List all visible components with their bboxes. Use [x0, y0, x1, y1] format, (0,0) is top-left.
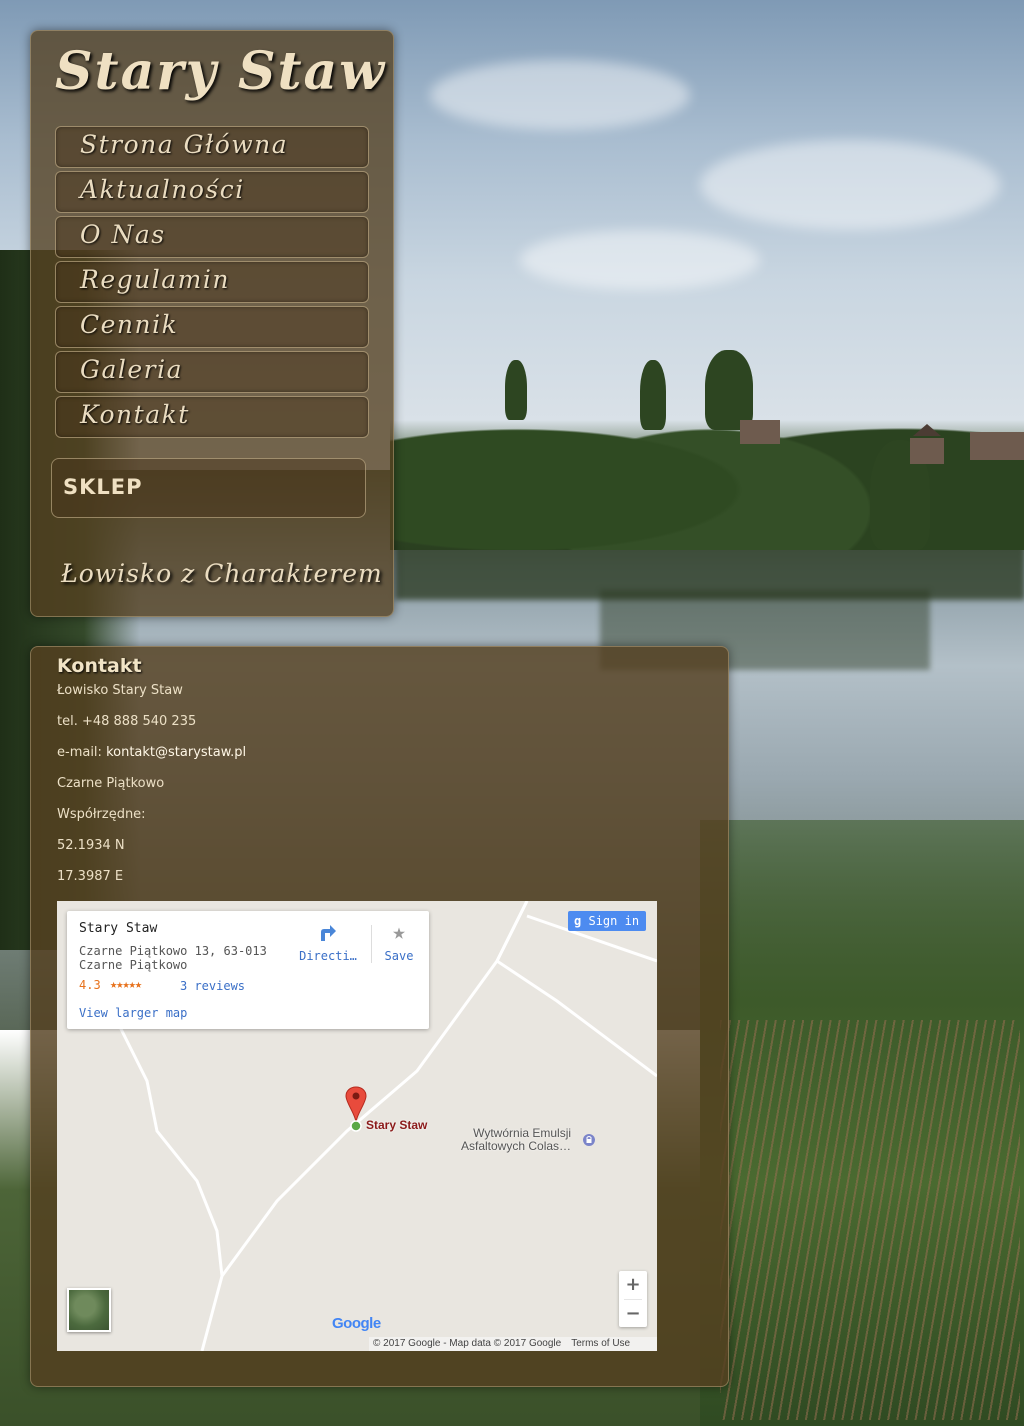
- nav-label: Aktualności: [80, 175, 245, 204]
- cloud: [700, 140, 1000, 230]
- place-name: Stary Staw: [79, 921, 158, 936]
- nav-item-regulamin[interactable]: Regulamin: [55, 261, 369, 303]
- email-prefix: e-mail:: [57, 745, 107, 760]
- attribution-text: © 2017 Google - Map data © 2017 Google: [373, 1338, 562, 1349]
- contact-name: Łowisko Stary Staw: [57, 683, 183, 698]
- google-logo: Google: [332, 1315, 381, 1332]
- tree: [705, 350, 753, 430]
- cloud: [520, 230, 760, 290]
- tree: [505, 360, 527, 420]
- site-title[interactable]: Stary Staw: [55, 41, 384, 102]
- menu-panel: Stary Staw Strona Główna Aktualności O N…: [30, 30, 394, 617]
- poi-icon[interactable]: [582, 1133, 596, 1147]
- nav-label: O Nas: [80, 220, 166, 249]
- house: [740, 420, 780, 444]
- nav-label: Kontakt: [80, 400, 190, 429]
- directions-label: Directi…: [299, 949, 357, 963]
- nav-label: Regulamin: [80, 265, 230, 294]
- save-label: Save: [384, 949, 414, 963]
- directions-button[interactable]: Directi…: [297, 921, 359, 971]
- rating-stars-icon: ★★★★★: [110, 977, 142, 991]
- place-info-card: Stary Staw Czarne Piątkowo 13, 63-013 Cz…: [67, 911, 429, 1029]
- email-link[interactable]: kontakt@starystaw.pl: [106, 745, 246, 760]
- contact-heading: Kontakt: [57, 655, 142, 677]
- coordinates-label: Współrzędne:: [57, 807, 146, 822]
- nav-label: Cennik: [80, 310, 179, 339]
- contact-locality: Czarne Piątkowo: [57, 776, 165, 791]
- place-address: Czarne Piątkowo 13, 63-013 Czarne Piątko…: [79, 944, 267, 972]
- google-map[interactable]: Stary Staw Czarne Piątkowo 13, 63-013 Cz…: [57, 901, 657, 1351]
- map-pin-icon[interactable]: [344, 1085, 368, 1133]
- poi-label-line2: Asfaltowych Colas…: [461, 1139, 572, 1153]
- divider: [371, 925, 372, 963]
- contact-panel: Kontakt Łowisko Stary Staw tel. +48 888 …: [30, 646, 729, 1387]
- reeds: [720, 1020, 1020, 1420]
- house: [910, 438, 944, 464]
- star-icon: ★: [392, 920, 406, 945]
- tagline: Łowisko z Charakterem: [61, 559, 383, 588]
- map-attribution: © 2017 Google - Map data © 2017 Google Te…: [369, 1337, 657, 1351]
- latitude: 52.1934 N: [57, 838, 125, 853]
- zoom-controls: + −: [619, 1271, 647, 1327]
- house: [970, 432, 1024, 460]
- rating-value: 4.3: [79, 978, 101, 992]
- nav-item-o-nas[interactable]: O Nas: [55, 216, 369, 258]
- tree: [640, 360, 666, 430]
- terms-link[interactable]: Terms of Use: [571, 1338, 630, 1349]
- nav-item-kontakt[interactable]: Kontakt: [55, 396, 369, 438]
- nav-item-strona-glowna[interactable]: Strona Główna: [55, 126, 369, 168]
- zoom-out-button[interactable]: −: [619, 1300, 647, 1328]
- nav-label: Galeria: [80, 355, 184, 384]
- nav-item-cennik[interactable]: Cennik: [55, 306, 369, 348]
- save-button[interactable]: ★ Save: [379, 921, 419, 971]
- nav-item-galeria[interactable]: Galeria: [55, 351, 369, 393]
- directions-icon: [297, 921, 359, 945]
- shop-button[interactable]: SKLEP: [51, 458, 366, 518]
- nav-item-aktualnosci[interactable]: Aktualności: [55, 171, 369, 213]
- cloud: [430, 60, 690, 130]
- google-logo-text: Google: [332, 1315, 381, 1332]
- contact-phone: tel. +48 888 540 235: [57, 714, 197, 729]
- google-plus-icon: g: [574, 914, 582, 928]
- reviews-link[interactable]: 3 reviews: [180, 979, 245, 993]
- longitude: 17.3987 E: [57, 869, 124, 884]
- sign-in-button[interactable]: g Sign in: [568, 911, 646, 931]
- roof: [913, 424, 941, 436]
- nav-label: Strona Główna: [80, 130, 289, 159]
- view-larger-map-link[interactable]: View larger map: [79, 1006, 187, 1020]
- contact-email-row: e-mail: kontakt@starystaw.pl: [57, 745, 246, 760]
- satellite-toggle-thumbnail[interactable]: [67, 1288, 111, 1332]
- pin-label[interactable]: Stary Staw: [366, 1118, 427, 1132]
- shop-label: SKLEP: [63, 475, 143, 499]
- zoom-in-button[interactable]: +: [619, 1271, 647, 1299]
- sign-in-label: Sign in: [588, 914, 640, 928]
- poi-label[interactable]: Wytwórnia Emulsji Asfaltowych Colas…: [461, 1127, 571, 1153]
